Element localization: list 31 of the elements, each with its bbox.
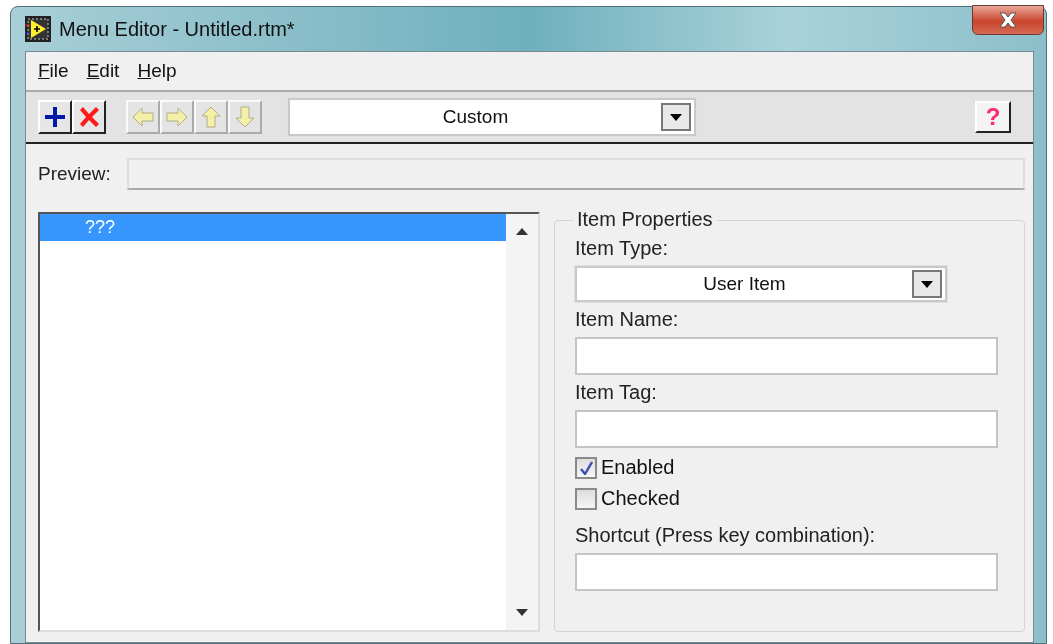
input-field[interactable] [575,553,998,591]
menu-item[interactable]: File [38,60,69,82]
scrollbar[interactable] [506,214,538,630]
app-icon [25,16,51,42]
group-title: Item Properties [573,208,717,231]
checkmark-icon [579,460,593,475]
dropdown-arrow-icon [670,113,682,121]
checkbox[interactable] [575,456,597,479]
field-label: Item Name: [575,308,680,331]
field-label: Item Tag: [575,381,658,404]
toolbar-button[interactable] [38,100,72,134]
plus-icon [42,104,68,130]
window-title: Menu Editor - Untitled.rtm* [59,17,295,41]
input-field[interactable] [575,410,998,448]
checkbox[interactable] [575,487,597,510]
close-button[interactable] [972,5,1044,35]
scroll-up-icon[interactable] [516,228,528,235]
menu-type-dropdown[interactable]: Custom [288,98,696,136]
preview-label: Preview: [38,163,111,185]
input-field[interactable] [575,337,998,375]
checkbox-label: Checked [601,487,680,510]
scroll-down-icon[interactable] [516,609,528,616]
checkbox-label: Enabled [601,456,675,479]
menu-item[interactable]: Help [137,60,177,82]
toolbar-button[interactable] [72,100,106,134]
dropdown-arrow-icon [921,280,933,288]
item-type-dropdown[interactable]: User Item [575,266,947,302]
field-label: Shortcut (Press key combination): [575,524,877,547]
close-icon [998,12,1018,28]
menu-item[interactable]: Edit [86,60,120,82]
field-label: Item Type: [575,237,669,260]
